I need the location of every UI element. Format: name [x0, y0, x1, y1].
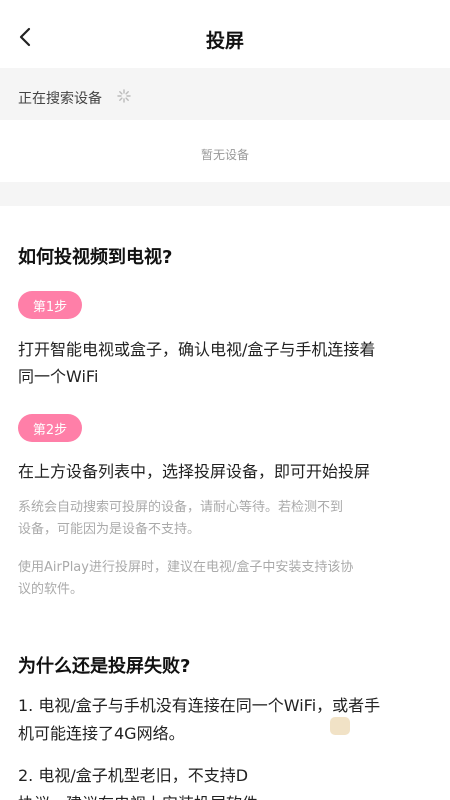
loading-spinner-icon [117, 89, 131, 103]
watermark-logo-icon [330, 717, 350, 735]
step2-note1-line2: 设备，可能因为是设备不支持。 [18, 522, 201, 537]
page-title: 投屏 [205, 30, 244, 52]
step1-badge: 第1步 [18, 291, 82, 319]
app-header: 投屏 [0, 0, 450, 68]
empty-device-text: 暂无设备 [200, 148, 249, 162]
step2-note2-line2: 议的软件。 [18, 582, 84, 597]
step2-badge: 第2步 [18, 414, 82, 442]
faq-item1-line1: 1. 电视/盒子与手机没有连接在同一个WiFi，或者手 [18, 696, 381, 715]
step1-text-line1: 打开智能电视或盒子，确认电视/盒子与手机连接着 [18, 340, 376, 359]
search-status-bar: 正在搜索设备 [0, 68, 450, 120]
search-status-text: 正在搜索设备 [18, 91, 102, 107]
step2-text: 在上方设备列表中，选择投屏设备，即可开始投屏 [18, 462, 371, 481]
section-divider [0, 182, 450, 206]
step1-text-line2: 同一个WiFi [18, 367, 99, 386]
step2-note2-line1: 使用AirPlay进行投屏时，建议在电视/盒子中安装支持该协 [18, 560, 354, 575]
faq-item2-line2: 协议，建议在电视上安装投屏软件。 [18, 791, 430, 800]
faq-item2-line1: 2. 电视/盒子机型老旧，不支持D [18, 766, 249, 785]
step2-note1-line1: 系统会自动搜索可投屏的设备，请耐心等待。若检测不到 [18, 500, 344, 515]
faq-item1-line2: 机可能连接了4G网络。 [18, 724, 185, 743]
device-list: 暂无设备 [0, 120, 450, 182]
faq-title: 为什么还是投屏失败? [18, 656, 191, 677]
guide-title: 如何投视频到电视? [18, 247, 173, 268]
